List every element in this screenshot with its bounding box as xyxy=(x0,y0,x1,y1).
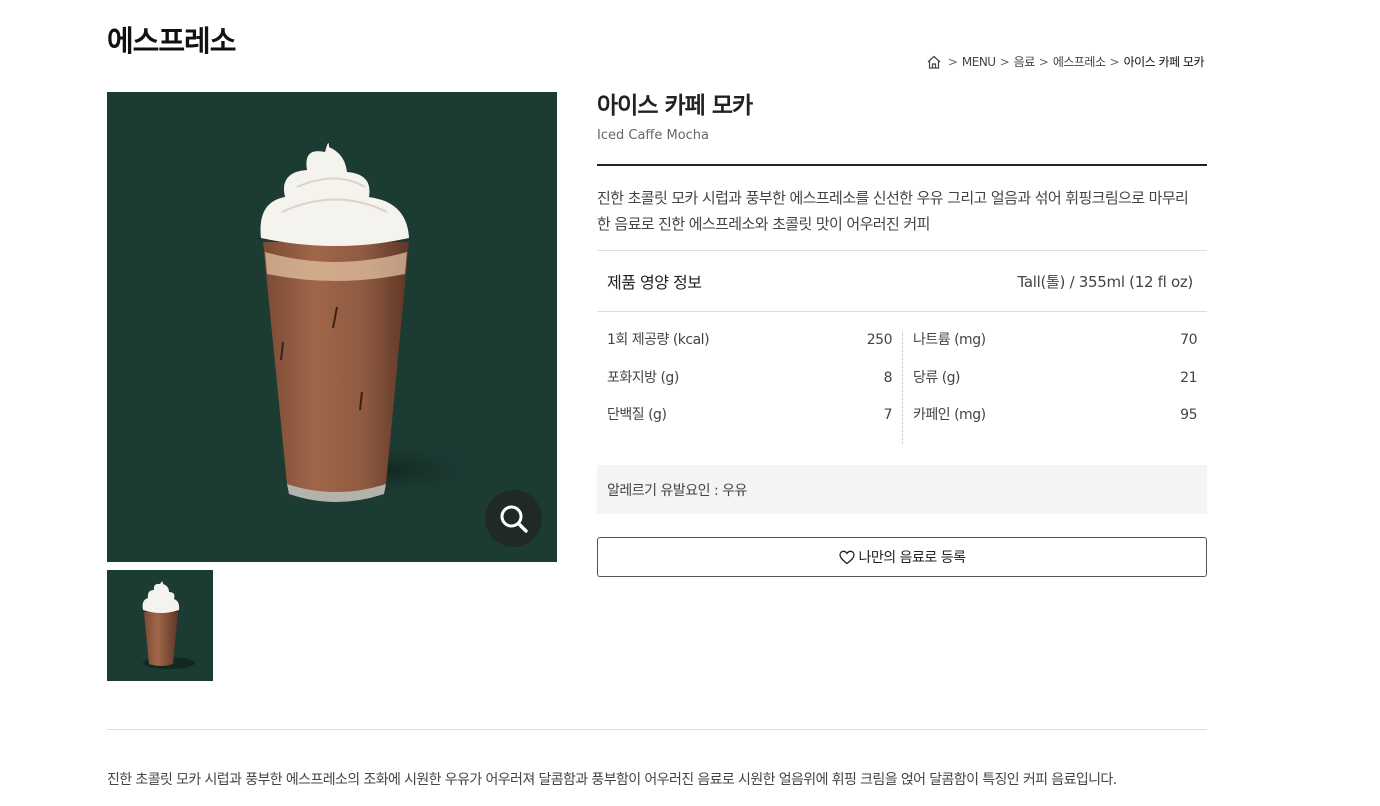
product-name-english: Iced Caffe Mocha xyxy=(597,128,710,143)
allergy-info: 알레르기 유발요인 : 우유 xyxy=(597,465,1207,514)
iced-mocha-drink-image xyxy=(257,143,497,502)
breadcrumb-item-menu[interactable]: MENU xyxy=(962,55,996,69)
breadcrumb-separator-icon: > xyxy=(1109,54,1120,69)
breadcrumb: > MENU > 음료 > 에스프레소 > 아이스 카페 모카 xyxy=(926,53,1205,70)
nutrition-title: 제품 영양 정보 xyxy=(607,273,702,292)
divider xyxy=(597,164,1207,166)
product-main-image xyxy=(107,92,557,562)
nutrition-row: 1회 제공량 (kcal) 250 xyxy=(607,331,893,369)
nutrition-row: 포화지방 (g) 8 xyxy=(607,369,893,407)
divider xyxy=(107,729,1207,730)
nutrition-label: 당류 (g) xyxy=(913,369,961,386)
nutrition-label: 포화지방 (g) xyxy=(607,369,679,386)
breadcrumb-separator-icon: > xyxy=(947,54,958,69)
nutrition-label: 카페인 (mg) xyxy=(913,407,986,423)
breadcrumb-item-espresso[interactable]: 에스프레소 xyxy=(1053,53,1106,70)
product-description: 진한 초콜릿 모카 시럽과 풍부한 에스프레소를 신선한 우유 그리고 얼음과 … xyxy=(597,189,1189,233)
nutrition-value: 7 xyxy=(883,407,893,423)
nutrition-header: 제품 영양 정보 Tall(톨) / 355ml (12 fl oz) xyxy=(597,251,1207,311)
page-title: 에스프레소 xyxy=(107,24,236,58)
nutrition-column-right: 나트륨 (mg) 70 당류 (g) 21 카페인 (mg) 95 xyxy=(902,331,1207,444)
nutrition-row: 당류 (g) 21 xyxy=(913,369,1197,407)
nutrition-label: 1회 제공량 (kcal) xyxy=(607,332,710,348)
nutrition-value: 250 xyxy=(866,332,893,348)
nutrition-table: 1회 제공량 (kcal) 250 포화지방 (g) 8 단백질 (g) 7 나… xyxy=(597,312,1207,444)
iced-mocha-thumbnail-image xyxy=(142,581,195,669)
product-thumbnail[interactable] xyxy=(107,570,213,681)
add-favorite-button[interactable]: 나만의 음료로 등록 xyxy=(597,537,1207,577)
nutrition-value: 95 xyxy=(1180,407,1197,423)
home-icon[interactable] xyxy=(926,54,942,70)
product-info: 아이스 카페 모카 Iced Caffe Mocha 진한 초콜릿 모카 시럽과… xyxy=(597,86,1207,577)
nutrition-row: 나트륨 (mg) 70 xyxy=(913,331,1197,369)
nutrition-row: 단백질 (g) 7 xyxy=(607,406,893,444)
zoom-button[interactable] xyxy=(485,490,542,547)
heart-icon xyxy=(838,550,855,564)
breadcrumb-separator-icon: > xyxy=(1038,54,1049,69)
magnifier-icon xyxy=(500,505,528,533)
nutrition-row: 카페인 (mg) 95 xyxy=(913,406,1197,444)
nutrition-label: 나트륨 (mg) xyxy=(913,332,986,348)
nutrition-label: 단백질 (g) xyxy=(607,407,667,423)
nutrition-value: 21 xyxy=(1180,369,1197,386)
nutrition-column-left: 1회 제공량 (kcal) 250 포화지방 (g) 8 단백질 (g) 7 xyxy=(597,331,902,444)
breadcrumb-item-current: 아이스 카페 모카 xyxy=(1123,55,1205,69)
breadcrumb-item-drinks[interactable]: 음료 xyxy=(1014,53,1036,70)
add-favorite-label: 나만의 음료로 등록 xyxy=(858,550,966,566)
product-name: 아이스 카페 모카 xyxy=(597,93,753,119)
product-detail-description: 진한 초콜릿 모카 시럽과 풍부한 에스프레소의 조화에 시원한 우유가 어우러… xyxy=(107,772,1117,788)
nutrition-value: 8 xyxy=(883,369,893,386)
nutrition-value: 70 xyxy=(1180,332,1197,348)
nutrition-size: Tall(톨) / 355ml (12 fl oz) xyxy=(1017,272,1193,291)
breadcrumb-separator-icon: > xyxy=(999,54,1010,69)
